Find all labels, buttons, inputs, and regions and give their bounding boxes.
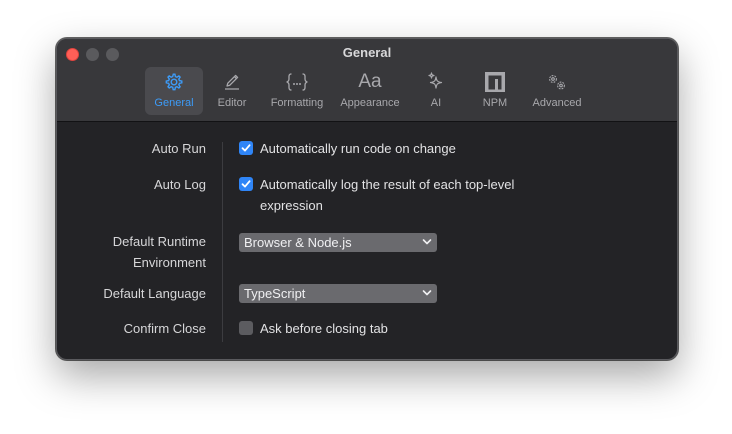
tab-npm-label: NPM <box>482 97 508 109</box>
tab-npm[interactable]: NPM <box>475 67 515 115</box>
confirm-close-label: Confirm Close <box>123 321 206 336</box>
chevron-down-icon <box>422 290 432 296</box>
chevron-down-icon <box>422 239 432 245</box>
confirm-close-checkbox[interactable] <box>239 321 253 335</box>
auto-run-text[interactable]: Automatically run code on change <box>260 138 570 159</box>
npm-icon <box>475 71 515 93</box>
braces-icon <box>263 71 331 93</box>
window-title: General <box>342 45 392 60</box>
confirm-close-option[interactable]: Ask before closing tab <box>239 318 570 339</box>
tab-ai-label: AI <box>430 97 442 109</box>
checkmark-icon <box>241 144 251 152</box>
gear-icon <box>145 71 203 93</box>
default-runtime-label-line1: Default Runtime <box>112 234 206 249</box>
auto-log-option[interactable]: Automatically log the result of each top… <box>239 174 560 216</box>
auto-run-label: Auto Run <box>151 141 206 156</box>
tab-advanced[interactable]: Advanced <box>527 67 587 115</box>
tab-formatting-label: Formatting <box>270 97 324 109</box>
default-runtime-label: Default Runtime Environment <box>113 231 206 273</box>
auto-log-checkbox[interactable] <box>239 177 253 191</box>
titlebar: General General Editor Formatting Aa App… <box>57 39 677 122</box>
gears-icon <box>527 71 587 93</box>
default-language-value: TypeScript <box>244 286 306 301</box>
default-language-select[interactable]: TypeScript <box>239 284 437 303</box>
pencil-icon <box>209 71 255 93</box>
tab-editor[interactable]: Editor <box>209 67 255 115</box>
settings-divider <box>222 142 223 342</box>
sparkle-icon <box>419 71 453 93</box>
font-aa-icon: Aa <box>335 71 405 93</box>
tab-advanced-label: Advanced <box>532 97 582 109</box>
auto-log-label: Auto Log <box>153 177 206 192</box>
tab-general[interactable]: General <box>145 67 203 115</box>
confirm-close-text[interactable]: Ask before closing tab <box>260 318 570 339</box>
default-runtime-label-line2: Environment <box>133 255 206 270</box>
tab-general-label: General <box>154 97 194 109</box>
tab-ai[interactable]: AI <box>419 67 453 115</box>
auto-run-option[interactable]: Automatically run code on change <box>239 138 570 159</box>
tab-appearance[interactable]: Aa Appearance <box>335 67 405 115</box>
default-runtime-select[interactable]: Browser & Node.js <box>239 233 437 252</box>
auto-run-checkbox[interactable] <box>239 141 253 155</box>
checkmark-icon <box>241 180 251 188</box>
tab-editor-label: Editor <box>217 97 247 109</box>
default-language-label: Default Language <box>103 286 206 301</box>
tab-appearance-label: Appearance <box>340 97 400 109</box>
preferences-toolbar: General Editor Formatting Aa Appearance … <box>57 67 677 117</box>
settings-panel: Auto Run Automatically run code on chang… <box>57 122 677 359</box>
preferences-window: General General Editor Formatting Aa App… <box>56 38 678 360</box>
auto-log-text[interactable]: Automatically log the result of each top… <box>260 174 560 216</box>
default-runtime-value: Browser & Node.js <box>244 235 352 250</box>
font-aa-glyph: Aa <box>358 71 382 92</box>
tab-formatting[interactable]: Formatting <box>263 67 331 115</box>
